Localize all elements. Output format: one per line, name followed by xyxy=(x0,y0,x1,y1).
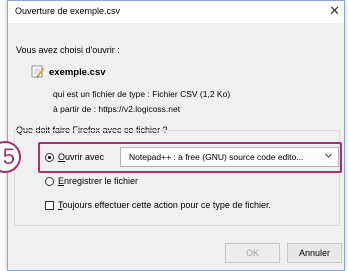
file-open-dialog: Ouverture de exemple.csv ✕ Vous avez cho… xyxy=(7,0,345,271)
file-source-line: à partir de : https://v2.logicoss.net xyxy=(53,104,181,114)
application-select-value: Notepad++ : a free (GNU) source code edi… xyxy=(129,152,304,162)
intro-text: Vous avez choisi d'ouvrir : xyxy=(16,45,120,55)
chevron-down-icon xyxy=(325,153,332,158)
cancel-button[interactable]: Annuler xyxy=(287,243,342,263)
application-select[interactable]: Notepad++ : a free (GNU) source code edi… xyxy=(120,147,339,167)
open-with-radio[interactable] xyxy=(45,153,54,162)
save-file-radio[interactable] xyxy=(45,177,54,186)
dialog-titlebar: Ouverture de exemple.csv ✕ xyxy=(8,1,344,23)
csv-file-icon xyxy=(31,65,44,78)
file-name: exemple.csv xyxy=(49,67,106,78)
save-file-label[interactable]: Enregistrer le fichier xyxy=(58,176,138,186)
screen: Ouverture de exemple.csv ✕ Vous avez cho… xyxy=(0,0,349,271)
file-type-line: qui est un fichier de type : Fichier CSV… xyxy=(53,89,231,99)
open-with-label[interactable]: Ouvrir avec xyxy=(58,152,104,162)
dialog-title: Ouverture de exemple.csv xyxy=(15,6,121,16)
always-do-checkbox[interactable] xyxy=(45,201,54,210)
ok-button[interactable]: OK xyxy=(225,243,280,263)
dialog-footer: OK Annuler xyxy=(8,236,344,270)
always-do-label[interactable]: Toujours effectuer cette action pour ce … xyxy=(58,200,271,210)
close-icon[interactable]: ✕ xyxy=(329,3,340,19)
